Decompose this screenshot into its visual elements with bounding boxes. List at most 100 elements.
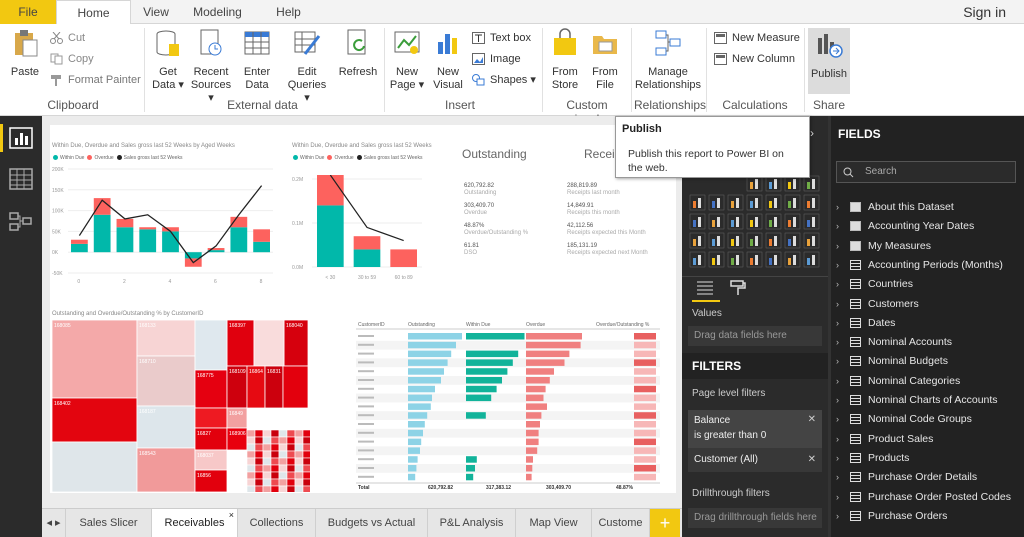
page-tab-receivables[interactable]: Receivables × [152, 509, 238, 537]
field-table-purchase-order-details[interactable]: › Purchase Order Details [836, 468, 1024, 486]
manage-relationships-button[interactable]: Manage Relationships [634, 28, 702, 92]
visual-type-icon [746, 232, 763, 249]
copy-button[interactable]: Copy [48, 50, 94, 68]
field-table-about-this-dataset[interactable]: › About this Dataset [836, 198, 1024, 216]
add-page-button[interactable]: + [650, 509, 680, 537]
chevron-right-icon[interactable]: › [836, 237, 839, 255]
chevron-right-icon[interactable]: › [836, 275, 839, 293]
enter-data-button[interactable]: Enter Data [240, 28, 274, 92]
field-table-products[interactable]: › Products [836, 449, 1024, 467]
overdue-databar [526, 421, 540, 428]
chevron-right-icon[interactable]: › [836, 430, 839, 448]
tab-file[interactable]: File [0, 0, 56, 24]
visual-type-icon [698, 236, 701, 246]
text-box-button[interactable]: Text box [470, 29, 531, 47]
report-view-icon[interactable] [9, 127, 33, 149]
shapes-button[interactable]: Shapes ▾ [470, 71, 536, 89]
paste-button[interactable]: Paste [6, 28, 44, 79]
chevron-right-icon[interactable]: › [836, 391, 839, 409]
chevron-right-icon[interactable]: › [836, 468, 839, 486]
chevron-right-icon[interactable]: › [836, 198, 839, 216]
refresh-button[interactable]: Refresh [336, 28, 380, 79]
relationships-view-icon[interactable] [9, 210, 33, 232]
x-tick-label: 4 [169, 279, 172, 285]
new-column-button[interactable]: New Column [712, 50, 795, 68]
visual-type-icon [717, 217, 720, 227]
chevron-right-icon[interactable]: › [836, 449, 839, 467]
new-visual-button[interactable]: New Visual [430, 28, 466, 92]
field-table-nominal-budgets[interactable]: › Nominal Budgets [836, 352, 1024, 370]
percent-databar [634, 368, 656, 375]
field-table-nominal-categories[interactable]: › Nominal Categories [836, 372, 1024, 390]
chevron-right-icon[interactable]: › [836, 488, 839, 506]
chevron-right-icon[interactable]: › [836, 314, 839, 332]
data-view-icon[interactable] [9, 168, 33, 190]
close-tab-icon[interactable]: × [229, 501, 234, 529]
field-table-dates[interactable]: › Dates [836, 314, 1024, 332]
page-tab-collections[interactable]: Collections [238, 509, 316, 537]
sign-in-link[interactable]: Sign in [963, 4, 1006, 20]
get-data-button[interactable]: Get Data ▾ [150, 28, 186, 92]
field-table-countries[interactable]: › Countries [836, 275, 1024, 293]
remove-filter-icon[interactable]: ✕ [808, 412, 816, 427]
new-measure-button[interactable]: New Measure [712, 29, 800, 47]
values-drop-zone[interactable]: Drag data fields here [688, 326, 822, 346]
image-button[interactable]: Image [470, 50, 521, 68]
chevron-right-icon[interactable]: › [836, 256, 839, 274]
fields-search-input[interactable]: Search [836, 161, 1016, 183]
separator [706, 28, 707, 112]
chevron-right-icon[interactable]: › [836, 352, 839, 370]
remove-filter-icon[interactable]: ✕ [808, 448, 816, 472]
chevron-right-icon[interactable]: › [836, 410, 839, 428]
page-tab-map-view[interactable]: Map View [516, 509, 592, 537]
page-tab-budgets[interactable]: Budgets vs Actual [316, 509, 428, 537]
field-table-purchase-order-posted-codes[interactable]: › Purchase Order Posted Codes [836, 488, 1024, 506]
chevron-right-icon[interactable]: › [836, 372, 839, 390]
customer-filter-card[interactable]: Customer (All) ✕ [688, 448, 822, 472]
chevron-right-icon[interactable]: › [836, 217, 839, 235]
tab-home[interactable]: Home [56, 0, 131, 24]
chevron-right-icon[interactable]: › [836, 295, 839, 313]
field-table-nominal-code-groups[interactable]: › Nominal Code Groups [836, 410, 1024, 428]
customer-treemap[interactable]: 168085 168133 168397 168040 168402 168710 1687… [52, 320, 310, 492]
aged-weeks-chart[interactable]: 200K 150K 100K 50K 0K -50K 0 2 4 6 8 [50, 163, 280, 285]
recent-sources-button[interactable]: Recent Sources ▾ [189, 28, 233, 105]
tab-help[interactable]: Help [266, 0, 311, 24]
new-page-button[interactable]: New Page ▾ [389, 28, 425, 92]
field-table-my-measures[interactable]: › My Measures [836, 237, 1024, 255]
report-page[interactable]: Within Due, Overdue and Sales gross last… [50, 125, 676, 493]
page-tab-pl[interactable]: P&L Analysis [428, 509, 516, 537]
drillthrough-drop-zone[interactable]: Drag drillthrough fields here [688, 508, 822, 528]
field-table-accounting-periods-months-[interactable]: › Accounting Periods (Months) [836, 256, 1024, 274]
format-painter-button[interactable]: Format Painter [48, 71, 141, 89]
fields-well-icon[interactable] [696, 280, 714, 296]
visual-type-gallery[interactable] [688, 174, 828, 270]
treemap-cell [286, 443, 296, 452]
collapse-pane-icon[interactable]: › [810, 126, 814, 140]
scroll-tabs-icon[interactable]: ◂ ▸ [42, 509, 66, 537]
x-tick-label: 2 [123, 279, 126, 285]
visual-type-icon [755, 217, 758, 227]
page-tab-customers[interactable]: Custome [592, 509, 650, 537]
balance-filter-card[interactable]: Balance is greater than 0 ✕ [688, 410, 822, 448]
cut-button[interactable]: Cut [48, 29, 85, 47]
chevron-right-icon[interactable]: › [836, 333, 839, 351]
field-table-nominal-charts-of-accounts[interactable]: › Nominal Charts of Accounts [836, 391, 1024, 409]
from-store-button[interactable]: From Store [546, 28, 584, 92]
tooltip-body: Publish this report to Power BI on the we… [628, 148, 784, 174]
tab-modeling[interactable]: Modeling [185, 0, 250, 24]
field-table-customers[interactable]: › Customers [836, 295, 1024, 313]
field-table-accounting-year-dates[interactable]: › Accounting Year Dates [836, 217, 1024, 235]
paint-roller-icon[interactable] [730, 280, 746, 296]
from-file-button[interactable]: From File [587, 28, 623, 92]
tab-view[interactable]: View [132, 0, 180, 24]
field-table-nominal-accounts[interactable]: › Nominal Accounts [836, 333, 1024, 351]
field-table-product-sales[interactable]: › Product Sales [836, 430, 1024, 448]
page-tab-sales-slicer[interactable]: Sales Slicer [66, 509, 152, 537]
overdue-buckets-chart[interactable]: 0.2M 0.1M 0.0M < 30 30 to 59 60 to 89 [290, 175, 430, 285]
customer-table[interactable]: CustomerID Outstanding Within Due Overdue Ov… [356, 318, 660, 490]
edit-queries-button[interactable]: Edit Queries ▾ [285, 28, 329, 105]
chevron-right-icon[interactable]: › [836, 507, 839, 525]
publish-button[interactable]: Publish [808, 28, 850, 94]
field-table-purchase-orders[interactable]: › Purchase Orders [836, 507, 1024, 525]
